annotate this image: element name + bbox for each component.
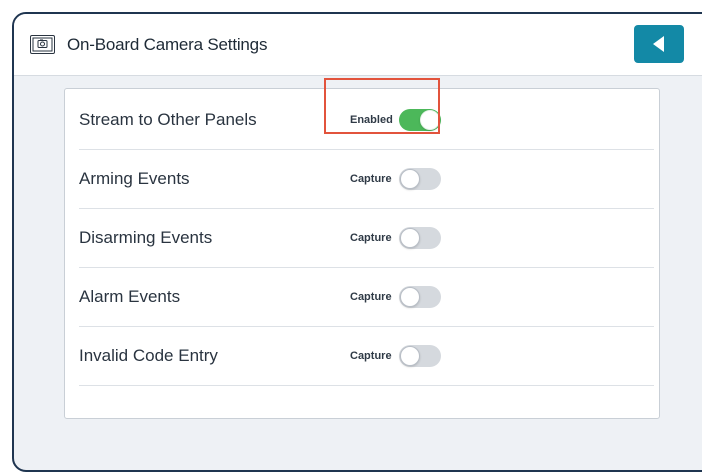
alarm-toggle[interactable] xyxy=(399,286,441,308)
page-title: On-Board Camera Settings xyxy=(67,35,268,54)
setting-label: Stream to Other Panels xyxy=(79,110,257,129)
setting-state-label: Capture xyxy=(350,232,392,244)
invalid-code-toggle[interactable] xyxy=(399,345,441,367)
setting-label: Alarm Events xyxy=(79,287,181,306)
header-bar: On-Board Camera Settings xyxy=(14,14,702,76)
setting-state-label: Enabled xyxy=(350,114,393,126)
setting-state-label: Capture xyxy=(350,173,392,185)
back-arrow-icon xyxy=(652,36,664,52)
setting-state-label: Capture xyxy=(350,291,392,303)
toggle-knob xyxy=(420,110,440,130)
disarming-toggle[interactable] xyxy=(399,227,441,249)
setting-state-label: Capture xyxy=(350,350,392,362)
toggle-knob xyxy=(400,169,420,189)
setting-label: Arming Events xyxy=(79,169,190,188)
setting-row-stream: Stream to Other Panels Enabled xyxy=(79,91,654,150)
setting-label: Disarming Events xyxy=(79,228,213,247)
toggle-knob xyxy=(400,287,420,307)
setting-row-arming: Arming Events Capture xyxy=(79,150,654,209)
setting-row-disarming: Disarming Events Capture xyxy=(79,209,654,268)
back-button[interactable] xyxy=(634,25,684,63)
setting-label: Invalid Code Entry xyxy=(79,346,218,365)
setting-row-invalid-code: Invalid Code Entry Capture xyxy=(79,327,654,386)
stream-toggle[interactable] xyxy=(399,109,441,131)
arming-toggle[interactable] xyxy=(399,168,441,190)
settings-panel: Stream to Other Panels Enabled Arming Ev… xyxy=(64,88,660,419)
toggle-knob xyxy=(400,228,420,248)
camera-icon xyxy=(30,35,55,54)
toggle-knob xyxy=(400,346,420,366)
setting-row-alarm: Alarm Events Capture xyxy=(79,268,654,327)
device-frame: On-Board Camera Settings Stream to Other… xyxy=(12,12,702,472)
